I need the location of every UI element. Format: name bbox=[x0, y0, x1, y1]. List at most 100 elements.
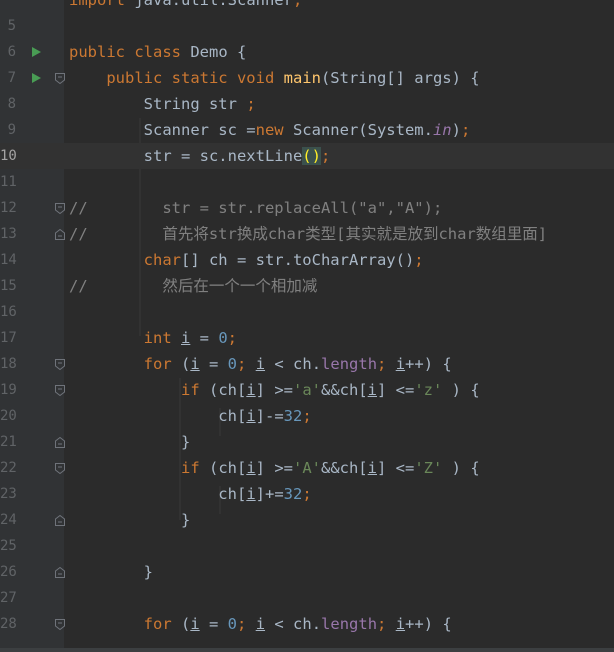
code-token: () bbox=[302, 147, 321, 165]
code-token: i bbox=[246, 485, 256, 503]
line-number: 28 bbox=[0, 616, 17, 632]
code-token: [] ch = str.toCharArray() bbox=[180, 251, 415, 269]
line-number: 10 bbox=[0, 148, 17, 164]
code-text: String str ; bbox=[69, 91, 256, 117]
line-number: 27 bbox=[0, 590, 17, 606]
code-line[interactable]: 28 for (i = 0; i < ch.length; i++) { bbox=[0, 611, 614, 637]
code-token: (String[] args) { bbox=[320, 69, 480, 87]
code-token: = bbox=[190, 329, 219, 347]
code-token: new bbox=[255, 121, 293, 139]
line-number: 18 bbox=[0, 356, 17, 372]
fold-open-icon[interactable] bbox=[55, 385, 65, 396]
code-text: // 首先将str换成char类型[其实就是放到char数组里面] bbox=[69, 221, 547, 247]
code-token: // 首先将str换成char类型[其实就是放到char数组里面] bbox=[69, 225, 548, 243]
code-line[interactable]: 26 } bbox=[0, 559, 614, 585]
fold-open-icon[interactable] bbox=[55, 359, 65, 370]
code-token: length bbox=[321, 615, 378, 633]
fold-close-icon[interactable] bbox=[55, 567, 65, 578]
code-token: // str = str.replaceAll("a","A"); bbox=[69, 199, 443, 217]
fold-close-icon[interactable] bbox=[55, 515, 65, 526]
code-token: Scanner sc = bbox=[69, 121, 256, 139]
code-token: i bbox=[180, 329, 191, 347]
code-token: ]-= bbox=[255, 407, 284, 425]
code-token: ; bbox=[237, 355, 256, 373]
code-token: ; bbox=[302, 485, 312, 503]
code-line[interactable]: 12 // str = str.replaceAll("a","A"); bbox=[0, 195, 614, 221]
code-text: Scanner sc =new Scanner(System.in); bbox=[69, 117, 471, 143]
code-line[interactable]: 17 int i = 0; bbox=[0, 325, 614, 351]
line-number: 25 bbox=[0, 538, 17, 554]
code-line[interactable]: 10 str = sc.nextLine(); bbox=[0, 143, 614, 169]
line-number: 21 bbox=[0, 434, 17, 450]
line-number: 22 bbox=[0, 460, 17, 476]
fold-open-icon[interactable] bbox=[55, 463, 65, 474]
code-line[interactable]: 14 char[] ch = str.toCharArray(); bbox=[0, 247, 614, 273]
code-token: 'Z' bbox=[414, 459, 443, 477]
code-token: public class bbox=[69, 43, 191, 61]
code-token: i bbox=[246, 381, 256, 399]
code-token: ) { bbox=[442, 459, 480, 477]
code-line[interactable]: 22 if (ch[i] >='A'&&ch[i] <='Z' ) { bbox=[0, 455, 614, 481]
code-token: ; bbox=[377, 355, 396, 373]
code-token: Demo { bbox=[190, 43, 247, 61]
code-line[interactable]: 8 String str ; bbox=[0, 91, 614, 117]
code-line[interactable]: import java.util.Scanner; bbox=[0, 0, 614, 13]
code-token: for bbox=[143, 615, 181, 633]
code-token: import bbox=[69, 0, 125, 9]
code-line[interactable]: 24 } bbox=[0, 507, 614, 533]
code-line[interactable]: 25 bbox=[0, 533, 614, 559]
code-text: import java.util.Scanner; bbox=[69, 0, 302, 13]
run-gutter-icon[interactable] bbox=[32, 73, 41, 83]
code-token: ; bbox=[292, 0, 303, 9]
line-number: 20 bbox=[0, 408, 17, 424]
code-line[interactable]: 19 if (ch[i] >='a'&&ch[i] <='z' ) { bbox=[0, 377, 614, 403]
code-line[interactable]: 27 bbox=[0, 585, 614, 611]
code-token: ; bbox=[460, 121, 471, 139]
code-line[interactable]: 21 } bbox=[0, 429, 614, 455]
run-gutter-icon[interactable] bbox=[32, 47, 41, 57]
code-line[interactable]: 6 public class Demo { bbox=[0, 39, 614, 65]
code-line[interactable]: 16 bbox=[0, 299, 614, 325]
code-token: 0 bbox=[227, 355, 238, 373]
line-number: 5 bbox=[7, 18, 16, 34]
line-number: 9 bbox=[7, 122, 16, 138]
code-token: ; bbox=[414, 251, 424, 269]
fold-close-icon[interactable] bbox=[55, 437, 65, 448]
fold-open-icon[interactable] bbox=[55, 619, 65, 630]
code-line[interactable]: 13 // 首先将str换成char类型[其实就是放到char数组里面] bbox=[0, 221, 614, 247]
code-editor[interactable]: import java.util.Scanner; 5 6 public class … bbox=[0, 0, 614, 652]
code-token: char bbox=[143, 251, 181, 269]
line-number: 24 bbox=[0, 512, 17, 528]
code-text: public static void main(String[] args) { bbox=[69, 65, 480, 91]
line-number: 14 bbox=[0, 252, 17, 268]
code-token: i bbox=[367, 381, 377, 399]
line-number: 16 bbox=[0, 304, 17, 320]
code-line[interactable]: 18 for (i = 0; i < ch.length; i++) { bbox=[0, 351, 614, 377]
code-token: (ch[ bbox=[208, 381, 247, 399]
code-line[interactable]: 15 // 然后在一个一个相加减 bbox=[0, 273, 614, 299]
code-line[interactable]: 20 ch[i]-=32; bbox=[0, 403, 614, 429]
code-token: for bbox=[143, 355, 181, 373]
code-text: // 然后在一个一个相加减 bbox=[69, 273, 317, 299]
line-number: 11 bbox=[0, 174, 17, 190]
fold-close-icon[interactable] bbox=[55, 229, 65, 240]
code-text: if (ch[i] >='a'&&ch[i] <='z' ) { bbox=[69, 377, 480, 403]
code-token: 0 bbox=[218, 329, 228, 347]
code-token: ch[ bbox=[69, 407, 247, 425]
code-line[interactable]: 23 ch[i]+=32; bbox=[0, 481, 614, 507]
code-token: (ch[ bbox=[208, 459, 247, 477]
code-token: ]+= bbox=[255, 485, 284, 503]
code-token: java.util.Scanner bbox=[125, 0, 293, 9]
code-line[interactable]: 9 Scanner sc =new Scanner(System.in); bbox=[0, 117, 614, 143]
code-text: str = sc.nextLine(); bbox=[69, 143, 330, 169]
code-line[interactable]: 11 bbox=[0, 169, 614, 195]
line-number: 23 bbox=[0, 486, 17, 502]
code-line[interactable]: 7 public static void main(String[] args)… bbox=[0, 65, 614, 91]
fold-open-icon[interactable] bbox=[55, 203, 65, 214]
code-token: ; bbox=[227, 329, 238, 347]
fold-open-icon[interactable] bbox=[55, 73, 65, 84]
code-line[interactable]: 5 bbox=[0, 13, 614, 39]
